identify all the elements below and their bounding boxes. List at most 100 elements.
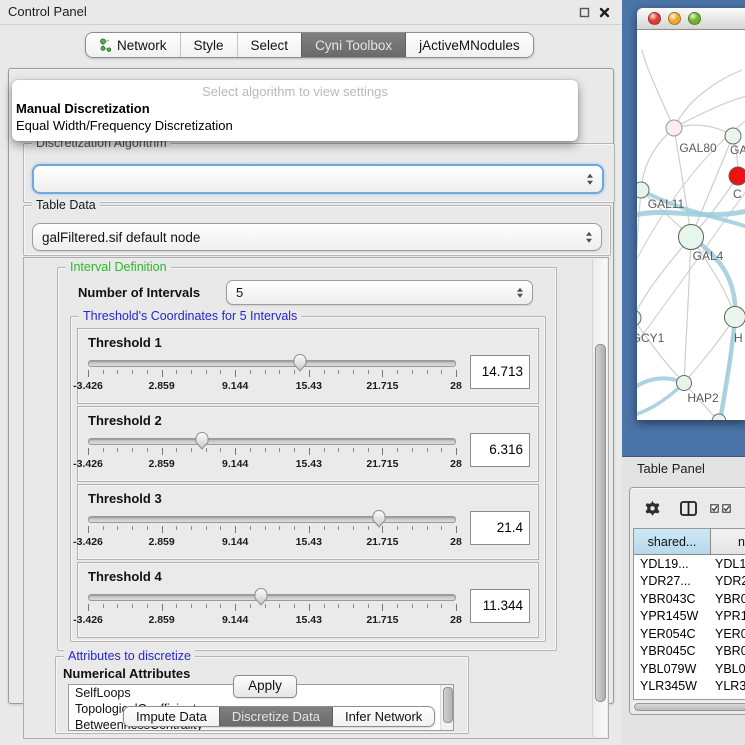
tab-network[interactable]: Network xyxy=(86,33,180,57)
apply-button[interactable]: Apply xyxy=(233,675,297,698)
tick-mark xyxy=(397,604,398,608)
table-row[interactable]: YLR345WYLR3 xyxy=(634,678,745,696)
gear-icon[interactable] xyxy=(644,500,661,522)
table-cell-name[interactable]: YPR1 xyxy=(710,609,745,623)
table-row[interactable]: YER054CYER0 xyxy=(634,625,745,643)
network-edge[interactable] xyxy=(637,383,684,416)
bottom-tab-discretize-data[interactable]: Discretize Data xyxy=(219,707,332,726)
network-node-gal11[interactable] xyxy=(637,182,649,198)
dropdown-option-equal-width-frequency[interactable]: Equal Width/Frequency Discretization xyxy=(12,117,578,134)
minimize-traffic-light[interactable] xyxy=(668,12,681,25)
network-icon xyxy=(99,38,112,52)
table-row[interactable]: YIL052CYIL0 xyxy=(634,695,745,700)
threshold-slider[interactable]: -3.4262.8599.14415.4321.71528 xyxy=(88,355,456,399)
table-cell-shared-name[interactable]: YPR145W xyxy=(634,609,710,623)
table-row[interactable]: YBL079WYBL0 xyxy=(634,660,745,678)
tab-jactivemnodules[interactable]: jActiveMNodules xyxy=(405,33,533,57)
table-cell-name[interactable]: YDR2 xyxy=(710,574,745,588)
tick-mark xyxy=(132,448,133,452)
table-cell-name[interactable]: YER0 xyxy=(710,627,745,641)
zoom-traffic-light[interactable] xyxy=(688,12,701,25)
select-columns-icons[interactable] xyxy=(710,504,731,513)
table-data-combobox[interactable]: galFiltered.sif default node xyxy=(32,223,602,251)
network-node-edge-node[interactable] xyxy=(712,414,726,420)
table-cell-name[interactable]: YLR3 xyxy=(710,679,745,693)
network-edge[interactable] xyxy=(674,96,745,128)
bottom-tab-infer-network[interactable]: Infer Network xyxy=(332,707,434,726)
dropdown-option-manual-discretization[interactable]: Manual Discretization xyxy=(12,100,578,117)
network-node-gcy1[interactable] xyxy=(637,310,641,326)
slider-track[interactable] xyxy=(88,438,456,445)
columns-icon[interactable] xyxy=(680,501,697,521)
horizontal-scrollbar[interactable] xyxy=(633,702,745,711)
slider-track[interactable] xyxy=(88,594,456,601)
table-row[interactable]: YDL19...YDL1 xyxy=(634,555,745,573)
network-edge[interactable] xyxy=(637,318,684,383)
network-edge[interactable] xyxy=(684,237,691,383)
table-cell-shared-name[interactable]: YDL19... xyxy=(634,557,710,571)
threshold-slider[interactable]: -3.4262.8599.14415.4321.71528 xyxy=(88,511,456,555)
column-header-name[interactable]: na xyxy=(711,529,745,554)
threshold-value-field[interactable]: 14.713 xyxy=(470,355,530,389)
slider-track[interactable] xyxy=(88,516,456,523)
network-edge[interactable] xyxy=(642,50,674,128)
network-node-h[interactable] xyxy=(725,307,745,328)
table-cell-name[interactable]: YIL0 xyxy=(710,697,745,700)
tick-mark xyxy=(132,370,133,374)
table-cell-name[interactable]: YDL1 xyxy=(710,557,745,571)
table-row[interactable]: YDR27...YDR2 xyxy=(634,573,745,591)
tab-style[interactable]: Style xyxy=(180,33,237,57)
network-edge[interactable] xyxy=(720,317,735,420)
network-view[interactable]: GAL80GACGAL11GAL4GCY1HHAP2 xyxy=(637,30,745,420)
table-row[interactable]: YBR045CYBR0 xyxy=(634,643,745,661)
tick-mark xyxy=(338,370,339,374)
column-header-shared-name[interactable]: shared... xyxy=(634,529,711,554)
table-cell-shared-name[interactable]: YLR345W xyxy=(634,679,710,693)
bottom-tab-impute-data[interactable]: Impute Data xyxy=(124,707,219,726)
slider-thumb[interactable] xyxy=(195,431,210,450)
table-cell-name[interactable]: YBR0 xyxy=(710,644,745,658)
table-cell-name[interactable]: YBR0 xyxy=(710,592,745,606)
table-cell-shared-name[interactable]: YER054C xyxy=(634,627,710,641)
table-cell-shared-name[interactable]: YIL052C xyxy=(634,697,710,700)
float-icon[interactable] xyxy=(579,5,590,23)
table-cell-shared-name[interactable]: YBR043C xyxy=(634,592,710,606)
threshold-value-field[interactable]: 21.4 xyxy=(470,511,530,545)
algorithm-combobox[interactable] xyxy=(32,164,604,194)
threshold-panel: Threshold 4-3.4262.8599.14415.4321.71528… xyxy=(77,562,539,638)
threshold-slider[interactable]: -3.4262.8599.14415.4321.71528 xyxy=(88,589,456,633)
network-edge[interactable] xyxy=(674,125,733,136)
tab-select[interactable]: Select xyxy=(237,33,302,57)
close-traffic-light[interactable] xyxy=(648,12,661,25)
network-node-hap2[interactable] xyxy=(677,376,692,391)
network-edge[interactable] xyxy=(674,70,742,128)
vertical-scrollbar[interactable] xyxy=(592,259,607,737)
slider-thumb[interactable] xyxy=(253,587,268,606)
list-scrollbar-thumb[interactable] xyxy=(443,687,453,723)
table-row[interactable]: YBR043CYBR0 xyxy=(634,590,745,608)
slider-track[interactable] xyxy=(88,360,456,367)
table-row[interactable]: YPR145WYPR1 xyxy=(634,608,745,626)
close-icon[interactable] xyxy=(599,5,610,23)
threshold-value-field[interactable]: 11.344 xyxy=(470,589,530,623)
threshold-value-field[interactable]: 6.316 xyxy=(470,433,530,467)
table-cell-name[interactable]: YBL0 xyxy=(710,662,745,676)
table-cell-shared-name[interactable]: YDR27... xyxy=(634,574,710,588)
slider-thumb[interactable] xyxy=(371,509,386,528)
slider-thumb[interactable] xyxy=(293,353,308,372)
network-edge[interactable] xyxy=(641,128,674,190)
network-node-pink[interactable] xyxy=(666,120,682,136)
table-cell-shared-name[interactable]: YBR045C xyxy=(634,644,710,658)
horizontal-scrollbar-thumb[interactable] xyxy=(634,703,745,711)
tick-mark xyxy=(220,448,221,452)
tick-mark xyxy=(103,370,104,374)
tab-cyni-toolbox[interactable]: Cyni Toolbox xyxy=(301,33,405,57)
network-node-gal3[interactable] xyxy=(725,128,741,144)
network-node-gal4[interactable] xyxy=(679,225,704,250)
threshold-slider[interactable]: -3.4262.8599.14415.4321.71528 xyxy=(88,433,456,477)
num-intervals-spinner[interactable]: 5 xyxy=(226,280,533,305)
vertical-scrollbar-thumb[interactable] xyxy=(595,344,606,702)
table-cell-shared-name[interactable]: YBL079W xyxy=(634,662,710,676)
list-scrollbar[interactable] xyxy=(440,685,453,730)
network-node-red[interactable] xyxy=(729,167,745,185)
